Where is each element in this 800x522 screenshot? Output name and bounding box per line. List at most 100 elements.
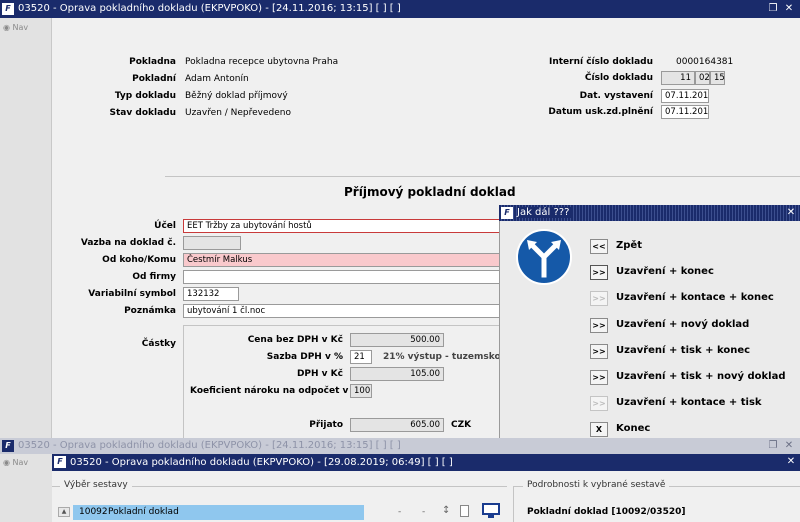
koeficient-value: 100 <box>350 384 372 398</box>
konec-button[interactable]: X <box>590 422 608 437</box>
cislo-dokladu-label: Číslo dokladu <box>584 73 653 83</box>
sestava-row-selected[interactable]: 10092 Pokladní doklad <box>73 505 364 520</box>
zpet-label: Zpět <box>616 240 642 251</box>
od-firmy-label: Od firmy <box>132 272 176 282</box>
dialog-title: Jak dál ??? <box>517 207 574 218</box>
pokladna-label: Pokladna <box>129 57 176 67</box>
uzavreni-tisk-novy-button[interactable]: >> <box>590 370 608 385</box>
uzavreni-novy-doklad-button[interactable]: >> <box>590 318 608 333</box>
ghost-logo-icon: F <box>2 440 14 452</box>
dat-usk-input[interactable]: 07.11.2016 <box>661 105 709 119</box>
interni-cislo-value: 0000164381 <box>676 57 734 67</box>
dialog-titlebar[interactable]: F Jak dál ??? ✕ <box>499 205 800 221</box>
cena-label: Cena bez DPH v Kč <box>247 335 343 345</box>
poznamka-input[interactable]: ubytování 1 čl.noc <box>183 304 500 318</box>
uzavreni-novy-doklad-label: Uzavření + nový doklad <box>616 319 750 330</box>
ghost-nav-label: Nav <box>12 458 29 467</box>
nav-sidebar: ◉ Nav <box>0 18 52 438</box>
castky-label: Částky <box>141 339 176 349</box>
main-window-title: 03520 - Oprava pokladního dokladu (EKPVP… <box>18 3 401 14</box>
cislo-dokladu-part3: 15 <box>710 71 725 85</box>
direction-sign-icon <box>516 229 572 285</box>
dph-value: 105.00 <box>350 367 444 381</box>
uzavreni-kontace-tisk-button[interactable]: >> <box>590 396 608 411</box>
ghost-restore-icon[interactable]: ❐ <box>766 439 780 453</box>
uzavreni-tisk-konec-button[interactable]: >> <box>590 344 608 359</box>
variabilni-symbol-input[interactable]: 132132 <box>183 287 239 301</box>
section-title: Příjmový pokladní doklad <box>344 185 516 199</box>
cislo-dokladu-part2: 02 <box>695 71 710 85</box>
close-icon[interactable]: ✕ <box>782 2 796 16</box>
front-close-icon[interactable]: ✕ <box>784 455 798 469</box>
dialog-body: << Zpět >> Uzavření + konec >> Uzavření … <box>499 221 800 441</box>
cena-value: 500.00 <box>350 333 444 347</box>
detail-title: Pokladní doklad [10092/03520] <box>527 507 686 517</box>
uzavreni-konec-label: Uzavření + konec <box>616 266 714 277</box>
uzavreni-tisk-novy-label: Uzavření + tisk + nový doklad <box>616 371 786 382</box>
dialog-close-icon[interactable]: ✕ <box>784 206 798 220</box>
uzavreni-kontace-konec-label: Uzavření + kontace + konec <box>616 292 774 303</box>
ghost-nav-button[interactable]: ◉ Nav <box>3 458 28 467</box>
sazba-desc: 21% výstup - tuzemsko <box>383 352 501 362</box>
vyber-sestavy-label: Výběr sestavy <box>60 480 132 490</box>
document-icon[interactable] <box>460 505 469 517</box>
nav-icon: ◉ <box>3 23 10 32</box>
pokladni-value: Adam Antonín <box>185 74 249 84</box>
sazba-label: Sazba DPH v % <box>266 352 343 362</box>
pokladna-value: Pokladna recepce ubytovna Praha <box>185 57 339 67</box>
sestava-name: Pokladní doklad <box>108 507 179 517</box>
stav-dokladu-label: Stav dokladu <box>109 108 176 118</box>
sazba-input[interactable]: 21 <box>350 350 372 364</box>
sestava-code: 10092 <box>79 507 108 517</box>
row-dash-1: - <box>398 507 402 517</box>
prijato-value: 605.00 <box>350 418 444 432</box>
uzavreni-konec-button[interactable]: >> <box>590 265 608 280</box>
front-window-title: 03520 - Oprava pokladního dokladu (EKPVP… <box>70 457 453 468</box>
sort-icon[interactable]: ↕ <box>442 505 450 516</box>
nav-label: Nav <box>12 23 29 32</box>
ucel-input[interactable]: EET Tržby za ubytování hostů <box>183 219 500 233</box>
section-divider <box>165 176 800 177</box>
nav-button[interactable]: ◉ Nav <box>3 23 28 32</box>
od-firmy-input[interactable] <box>183 270 500 284</box>
dat-vystaveni-label: Dat. vystavení <box>579 91 653 101</box>
typ-dokladu-value: Běžný doklad příjmový <box>185 91 288 101</box>
pokladni-label: Pokladní <box>132 74 176 84</box>
dat-usk-label: Datum usk.zd.plnění <box>548 107 653 117</box>
podrobnosti-label: Podrobnosti k vybrané sestavě <box>523 480 670 490</box>
front-logo-icon: F <box>54 456 66 468</box>
vazba-input[interactable] <box>183 236 241 250</box>
od-koho-label: Od koho/Komu <box>102 255 176 265</box>
front-window-titlebar[interactable]: F 03520 - Oprava pokladního dokladu (EKP… <box>52 454 800 471</box>
konec-label: Konec <box>616 423 651 434</box>
stav-dokladu-value: Uzavřen / Nepřevedeno <box>185 108 291 118</box>
prijato-label: Přijato <box>309 420 343 430</box>
interni-cislo-label: Interní číslo dokladu <box>548 57 653 67</box>
ghost-window-title: 03520 - Oprava pokladního dokladu (EKPVP… <box>18 440 401 451</box>
ucel-label: Účel <box>154 221 176 231</box>
scroll-up-icon[interactable]: ▲ <box>58 507 70 517</box>
app-logo-icon: F <box>2 3 14 15</box>
monitor-icon[interactable] <box>482 503 500 519</box>
ghost-window-titlebar[interactable]: F 03520 - Oprava pokladního dokladu (EKP… <box>0 438 800 454</box>
cislo-dokladu-part1: 11 <box>661 71 695 85</box>
poznamka-label: Poznámka <box>124 306 176 316</box>
ghost-nav-icon: ◉ <box>3 458 10 467</box>
vazba-label: Vazba na doklad č. <box>80 238 176 248</box>
variabilni-symbol-label: Variabilní symbol <box>88 289 176 299</box>
currency-label: CZK <box>451 420 472 430</box>
main-window-titlebar[interactable]: F 03520 - Oprava pokladního dokladu (EKP… <box>0 0 800 18</box>
typ-dokladu-label: Typ dokladu <box>114 91 176 101</box>
row-dash-2: - <box>422 507 426 517</box>
ghost-close-icon[interactable]: ✕ <box>782 439 796 453</box>
uzavreni-kontace-tisk-label: Uzavření + kontace + tisk <box>616 397 762 408</box>
od-koho-input[interactable]: Čestmír Malkus <box>183 253 500 267</box>
koeficient-label: Koeficient nároku na odpočet v % <box>190 386 361 396</box>
restore-icon[interactable]: ❐ <box>766 2 780 16</box>
dat-vystaveni-input[interactable]: 07.11.2016 <box>661 89 709 103</box>
zpet-button[interactable]: << <box>590 239 608 254</box>
uzavreni-tisk-konec-label: Uzavření + tisk + konec <box>616 345 751 356</box>
dph-label: DPH v Kč <box>296 369 343 379</box>
ghost-sidebar: ◉ Nav <box>0 454 52 522</box>
uzavreni-kontace-konec-button[interactable]: >> <box>590 291 608 306</box>
